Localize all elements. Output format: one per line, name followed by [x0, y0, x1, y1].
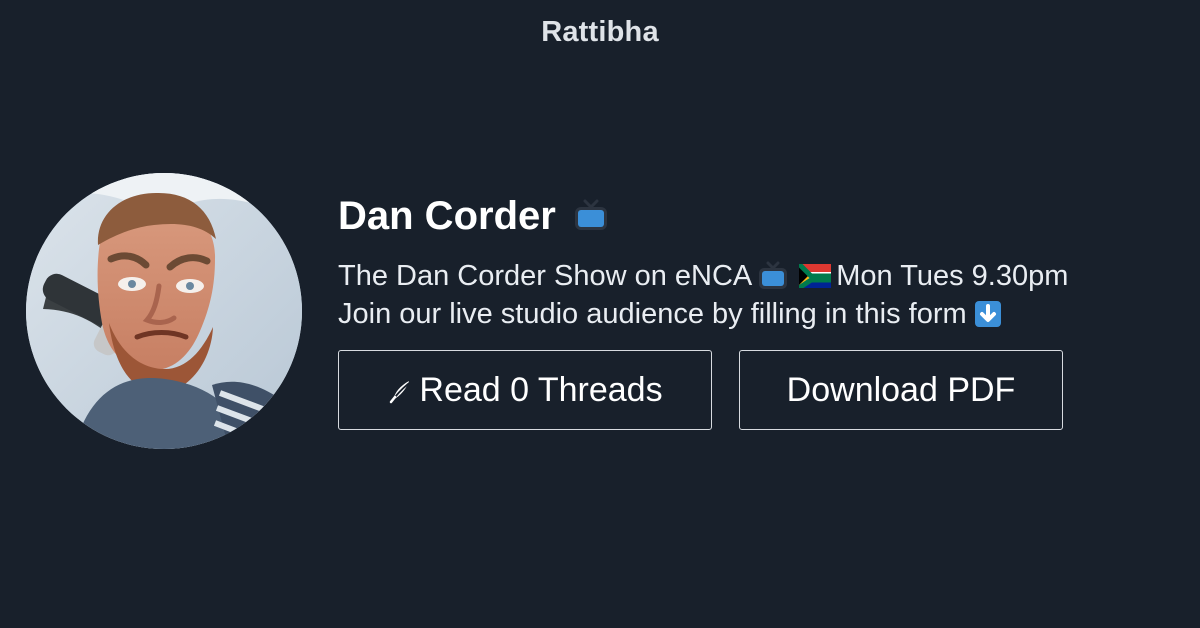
profile-photo	[26, 173, 302, 449]
bio-text-2: Mon Tues 9.30pm	[836, 260, 1069, 292]
profile-content: Dan Corder The Dan Corder Show on eNCA M…	[338, 188, 1178, 430]
tv-icon	[572, 197, 610, 235]
bio-text-1: The Dan Corder Show on eNCA	[338, 260, 753, 292]
bio-line-2: Join our live studio audience by filling…	[338, 295, 1178, 333]
read-threads-button[interactable]: Read 0 Threads	[338, 350, 712, 430]
brand-title: Rattibha	[541, 16, 659, 48]
avatar	[26, 173, 302, 449]
profile-name-row: Dan Corder	[338, 188, 1178, 244]
down-arrow-icon	[972, 298, 1004, 330]
read-threads-label: Read 0 Threads	[419, 370, 663, 409]
bio-text-3: Join our live studio audience by filling…	[338, 298, 967, 330]
download-pdf-label: Download PDF	[786, 370, 1016, 409]
bio-line-1: The Dan Corder Show on eNCA Mon Tues 9.3…	[338, 257, 1178, 295]
profile-name: Dan Corder	[338, 194, 556, 238]
profile-actions: Read 0 Threads Download PDF	[338, 350, 1178, 430]
tv-icon	[757, 260, 789, 292]
download-pdf-button[interactable]: Download PDF	[739, 350, 1063, 430]
profile-bio: The Dan Corder Show on eNCA Mon Tues 9.3…	[338, 257, 1178, 333]
feather-icon	[387, 376, 415, 404]
south-africa-flag-icon	[799, 260, 832, 292]
